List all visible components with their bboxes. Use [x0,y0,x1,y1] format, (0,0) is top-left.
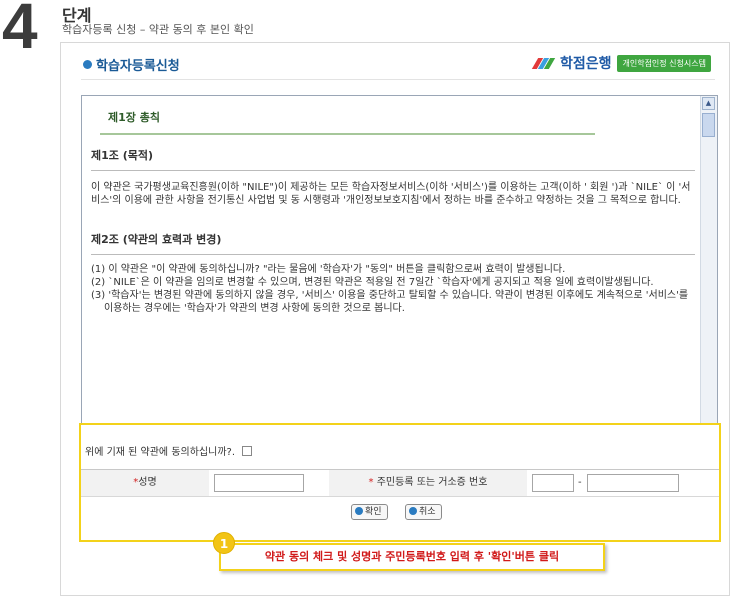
clause-item: (1) 이 약관은 "이 약관에 동의하십니까? "라는 물음에 '학습자'가 … [91,264,566,275]
terms-content: 제1장 총칙 제1조 (목적) 이 약관은 국가평생교육진흥원(이하 "NILE… [82,96,700,443]
panel-title-text: 학습자등록신청 [96,59,180,74]
instruction-callout: 약관 동의 체크 및 성명과 주민등록번호 입력 후 '확인'버튼 클릭 [219,543,605,571]
identity-table: *성명 * 주민등록 또는 거소증 번호 - 확인 취소 [81,469,719,527]
logo-badge: 개인학점인정 신청시스템 [617,54,711,72]
registration-panel: 학습자등록신청 학점은행 개인학점인정 신청시스템 제1장 총칙 제1조 (목적… [60,42,730,596]
clause-item: (2) `NILE`은 이 약관을 임의로 변경할 수 있으며, 변경된 약관은… [91,277,654,288]
terms-scrollbox[interactable]: 제1장 총칙 제1조 (목적) 이 약관은 국가평생교육진흥원(이하 "NILE… [81,95,718,444]
name-label-cell: *성명 [81,470,209,496]
article2-divider [91,254,695,255]
step-number: 4 [2,0,38,62]
cancel-button[interactable]: 취소 [405,504,442,520]
article1-divider [91,170,695,171]
id-required-mark: * [368,477,374,488]
chapter-title: 제1장 총칙 [108,111,160,124]
agreement-form: 위에 기재 된 약관에 동의하십니까?. *성명 * 주민등록 또는 거소증 번… [79,423,721,542]
id-front-input[interactable] [532,474,574,492]
logo-text: 학점은행 [559,56,612,72]
id-label: 주민등록 또는 거소증 번호 [376,477,488,488]
button-row: 확인 취소 [81,497,719,527]
confirm-button-label: 확인 [365,507,382,517]
cancel-bullet-icon [409,507,417,515]
bullet-icon [83,60,92,69]
id-label-cell: * 주민등록 또는 거소증 번호 [329,470,527,496]
agree-checkbox[interactable] [242,446,253,456]
name-label: 성명 [138,477,157,488]
logo-mark-icon [531,57,556,69]
id-back-input[interactable] [587,474,679,492]
cancel-button-label: 취소 [419,507,436,517]
name-input[interactable] [214,474,304,492]
article2-title: 제2조 (약관의 효력과 변경) [91,233,222,246]
chapter-divider [100,133,595,135]
confirm-bullet-icon [355,507,363,515]
clause-item: (3) '학습자'는 변경된 약관에 동의하지 않을 경우, '서비스' 이용을… [91,290,689,314]
terms-scrollbar[interactable]: ▲ ▼ [700,96,717,443]
brand-logo: 학점은행 개인학점인정 신청시스템 [531,53,711,73]
agree-question: 위에 기재 된 약관에 동의하십니까?. [85,447,236,458]
article1-body: 이 약관은 국가평생교육진흥원(이하 "NILE")이 제공하는 모든 학습자정… [91,182,691,206]
agree-row: 위에 기재 된 약관에 동의하십니까?. [85,443,253,458]
clause-list: (1) 이 약관은 "이 약관에 동의하십니까? "라는 물음에 '학습자'가 … [91,263,691,315]
step-subtitle: 학습자등록 신청 – 약관 동의 후 본인 확인 [62,23,254,36]
article1-title: 제1조 (목적) [91,149,154,162]
confirm-button[interactable]: 확인 [351,504,388,520]
panel-title: 학습자등록신청 [83,55,180,74]
identity-row: *성명 * 주민등록 또는 거소증 번호 - [81,470,719,497]
header-divider [81,79,715,80]
scroll-thumb[interactable] [702,113,715,137]
annotation-number-badge: 1 [213,532,235,554]
scroll-up-icon[interactable]: ▲ [702,97,715,110]
id-dash: - [578,477,582,488]
